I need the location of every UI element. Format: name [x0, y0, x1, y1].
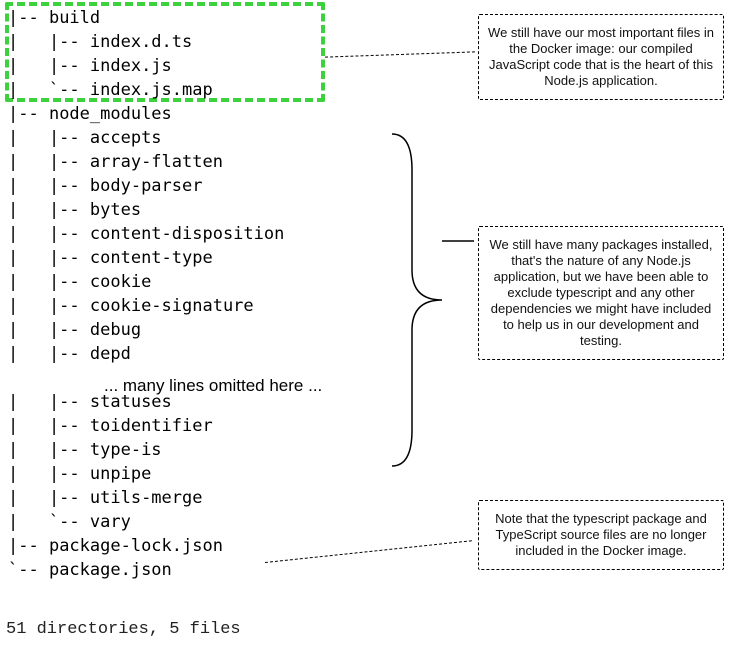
tree-row: | |-- index.d.ts	[8, 32, 192, 52]
connector-line-build	[325, 51, 475, 57]
omitted-lines-label: ... many lines omitted here ...	[104, 376, 322, 396]
file-package-lock-json: package-lock.json	[49, 536, 223, 556]
tree-row: | |-- type-is	[8, 440, 162, 460]
dir-cookie-signature: cookie-signature	[90, 296, 254, 316]
tree-row: | |-- bytes	[8, 200, 141, 220]
file-package-json: package.json	[49, 560, 172, 580]
tree-row: | |-- body-parser	[8, 176, 202, 196]
dir-cookie: cookie	[90, 272, 151, 292]
file-index-js-map: index.js.map	[90, 80, 213, 100]
tree-row: | |-- debug	[8, 320, 141, 340]
tree-row: | |-- content-disposition	[8, 224, 284, 244]
tree-row: | |-- depd	[8, 344, 131, 364]
dir-body-parser: body-parser	[90, 176, 203, 196]
file-index-d-ts: index.d.ts	[90, 32, 192, 52]
tree-row: |-- node_modules	[8, 104, 172, 124]
dir-build: build	[49, 8, 100, 28]
annotation-typescript-excluded: Note that the typescript package and Typ…	[478, 500, 724, 570]
annotation-node-modules: We still have many packages installed, t…	[478, 226, 724, 360]
dir-accepts: accepts	[90, 128, 162, 148]
dir-type-is: type-is	[90, 440, 162, 460]
directory-tree: |-- build | |-- index.d.ts | |-- index.j…	[8, 6, 284, 582]
dir-array-flatten: array-flatten	[90, 152, 223, 172]
dir-vary: vary	[90, 512, 131, 532]
dir-bytes: bytes	[90, 200, 141, 220]
tree-row: `-- package.json	[8, 560, 172, 580]
dir-depd: depd	[90, 344, 131, 364]
dir-unpipe: unpipe	[90, 464, 151, 484]
tree-row: | |-- cookie	[8, 272, 151, 292]
tree-row: | |-- index.js	[8, 56, 172, 76]
tree-row: | |-- unpipe	[8, 464, 151, 484]
annotation-build-files: We still have our most important files i…	[478, 14, 724, 100]
connector-line-package	[265, 540, 472, 563]
tree-row: |-- build	[8, 8, 100, 28]
file-index-js: index.js	[90, 56, 172, 76]
curly-brace-icon	[372, 130, 482, 470]
tree-summary: 51 directories, 5 files	[6, 620, 241, 639]
tree-row: |-- package-lock.json	[8, 536, 223, 556]
tree-row: | |-- accepts	[8, 128, 162, 148]
tree-row: | |-- cookie-signature	[8, 296, 254, 316]
tree-row: | |-- content-type	[8, 248, 213, 268]
tree-row	[8, 368, 18, 388]
dir-debug: debug	[90, 320, 141, 340]
dir-utils-merge: utils-merge	[90, 488, 203, 508]
dir-toidentifier: toidentifier	[90, 416, 213, 436]
tree-row: | |-- toidentifier	[8, 416, 213, 436]
dir-node-modules: node_modules	[49, 104, 172, 124]
tree-row: | |-- utils-merge	[8, 488, 202, 508]
tree-row: | |-- array-flatten	[8, 152, 223, 172]
dir-content-disposition: content-disposition	[90, 224, 284, 244]
tree-row: | `-- index.js.map	[8, 80, 213, 100]
tree-row: | `-- vary	[8, 512, 131, 532]
dir-content-type: content-type	[90, 248, 213, 268]
